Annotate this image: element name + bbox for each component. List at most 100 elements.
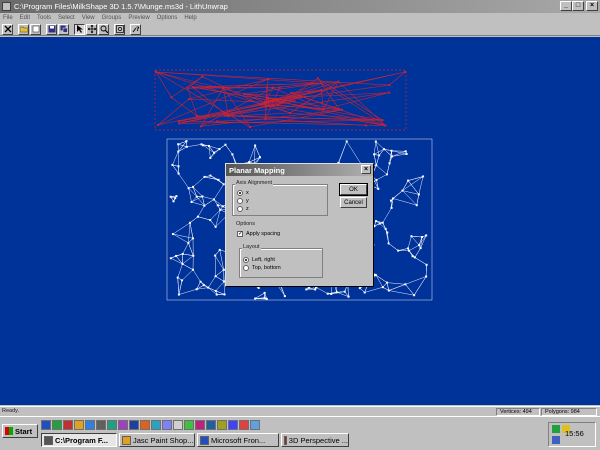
uv-vertex [208, 144, 211, 147]
axis-z-radio[interactable]: z [237, 206, 249, 212]
uv-vertex [187, 98, 190, 101]
uv-vertex [425, 234, 428, 237]
uv-edge [374, 148, 385, 155]
menu-options[interactable]: Options [157, 15, 178, 21]
uv-vertex [267, 97, 270, 100]
save-as-button[interactable] [58, 23, 69, 35]
uv-vertex [169, 257, 172, 260]
close-file-button[interactable] [30, 23, 41, 35]
uv-vertex [195, 114, 198, 117]
uv-edge [192, 269, 201, 282]
menu-select[interactable]: Select [58, 15, 75, 21]
uv-vertex [289, 112, 291, 114]
uv-vertex [377, 187, 380, 190]
radio-dot [237, 206, 243, 212]
menu-groups[interactable]: Groups [102, 15, 122, 21]
task-frontpage[interactable]: Microsoft Fron... [197, 433, 279, 447]
uv-vertex [330, 292, 333, 295]
uv-vertex [201, 195, 204, 198]
quick-launch-icon[interactable] [173, 420, 183, 430]
axis-x-radio[interactable]: x [237, 190, 249, 196]
uv-vertex [181, 252, 184, 255]
quick-launch-icon[interactable] [195, 420, 205, 430]
pointer-button[interactable] [74, 23, 85, 35]
save-icon [48, 25, 55, 33]
quick-launch-icon[interactable] [151, 420, 161, 430]
task-3d-perspective[interactable]: 3D Perspective ... [281, 433, 349, 447]
ok-button[interactable]: OK [339, 183, 368, 196]
new-button[interactable] [2, 23, 13, 35]
menu-preview[interactable]: Preview [128, 15, 149, 21]
quick-launch-icon[interactable] [63, 420, 73, 430]
cancel-button[interactable]: Cancel [340, 197, 367, 208]
dialog-close-button[interactable]: × [361, 165, 371, 174]
quick-launch-icon[interactable] [107, 420, 117, 430]
quick-launch-icon[interactable] [250, 420, 260, 430]
start-button[interactable]: Start [2, 424, 38, 438]
uv-edge [405, 276, 427, 285]
quick-launch-icon[interactable] [239, 420, 249, 430]
quick-launch-icon[interactable] [140, 420, 150, 430]
uv-vertex [185, 140, 188, 143]
uv-vertex [177, 293, 180, 296]
quick-launch-icon[interactable] [118, 420, 128, 430]
menu-edit[interactable]: Edit [20, 15, 30, 21]
maximize-button[interactable]: □ [572, 1, 584, 11]
quick-launch-icon[interactable] [96, 420, 106, 430]
uv-edge [172, 151, 179, 166]
menu-view[interactable]: View [82, 15, 95, 21]
open-button[interactable] [18, 23, 29, 35]
uv-edge [411, 236, 420, 246]
menu-file[interactable]: File [3, 15, 13, 21]
frontpage-icon [200, 435, 209, 445]
monitor-icon[interactable] [552, 436, 560, 444]
zoom-button[interactable] [98, 23, 109, 35]
quick-launch-icon[interactable] [41, 420, 51, 430]
quick-launch-icon[interactable] [129, 420, 139, 430]
help-button[interactable]: ? [130, 23, 141, 35]
uv-edge [386, 282, 390, 291]
move-button[interactable] [86, 23, 97, 35]
apply-spacing-checkbox[interactable]: ✓ Apply spacing [237, 231, 280, 237]
uv-edge [177, 277, 180, 295]
layout-top-bottom-radio[interactable]: Top, bottom [243, 265, 281, 271]
uv-edge [254, 145, 256, 164]
quick-launch-icon[interactable] [74, 420, 84, 430]
uv-vertex [213, 151, 216, 154]
app-icon[interactable] [2, 2, 11, 11]
menu-tools[interactable]: Tools [37, 15, 51, 21]
uv-vertex [191, 86, 194, 89]
quick-launch-icon[interactable] [206, 420, 216, 430]
dialog-title-bar[interactable]: Planar Mapping × [226, 164, 373, 176]
close-button[interactable]: × [586, 1, 598, 11]
uv-vertex [363, 291, 366, 294]
quick-launch-icon[interactable] [184, 420, 194, 430]
uv-vertex [384, 227, 387, 230]
quick-launch-icon[interactable] [162, 420, 172, 430]
status-bar: Ready. Vertices: 494 Polygons: 984 [0, 406, 600, 416]
task-milkshape[interactable]: C:\Program F... [41, 433, 117, 447]
uv-edge [316, 287, 328, 294]
task-label: Microsoft Fron... [211, 435, 266, 445]
task-label: C:\Program F... [55, 435, 108, 445]
layout-left-right-radio[interactable]: Left, right [243, 257, 275, 263]
axis-y-radio[interactable]: y [237, 198, 249, 204]
uv-edge [386, 163, 390, 175]
menu-help[interactable]: Help [184, 15, 196, 21]
minimize-button[interactable]: _ [560, 1, 572, 11]
quick-launch-icon[interactable] [217, 420, 227, 430]
save-button[interactable] [46, 23, 57, 35]
options-label: Options [235, 221, 256, 227]
quick-launch-icon[interactable] [85, 420, 95, 430]
zoom-fit-button[interactable] [114, 23, 125, 35]
quick-launch-icon[interactable] [52, 420, 62, 430]
task-paint-shop[interactable]: Jasc Paint Shop... [119, 433, 195, 447]
uv-vertex [254, 297, 257, 300]
uv-edge [375, 141, 385, 150]
uv-vertex [390, 155, 393, 158]
window-title: C:\Program Files\MilkShape 3D 1.5.7\Mung… [14, 2, 228, 11]
uv-vertex [326, 292, 329, 295]
network-icon[interactable] [552, 425, 560, 433]
uv-edge [373, 154, 377, 166]
quick-launch-icon[interactable] [228, 420, 238, 430]
